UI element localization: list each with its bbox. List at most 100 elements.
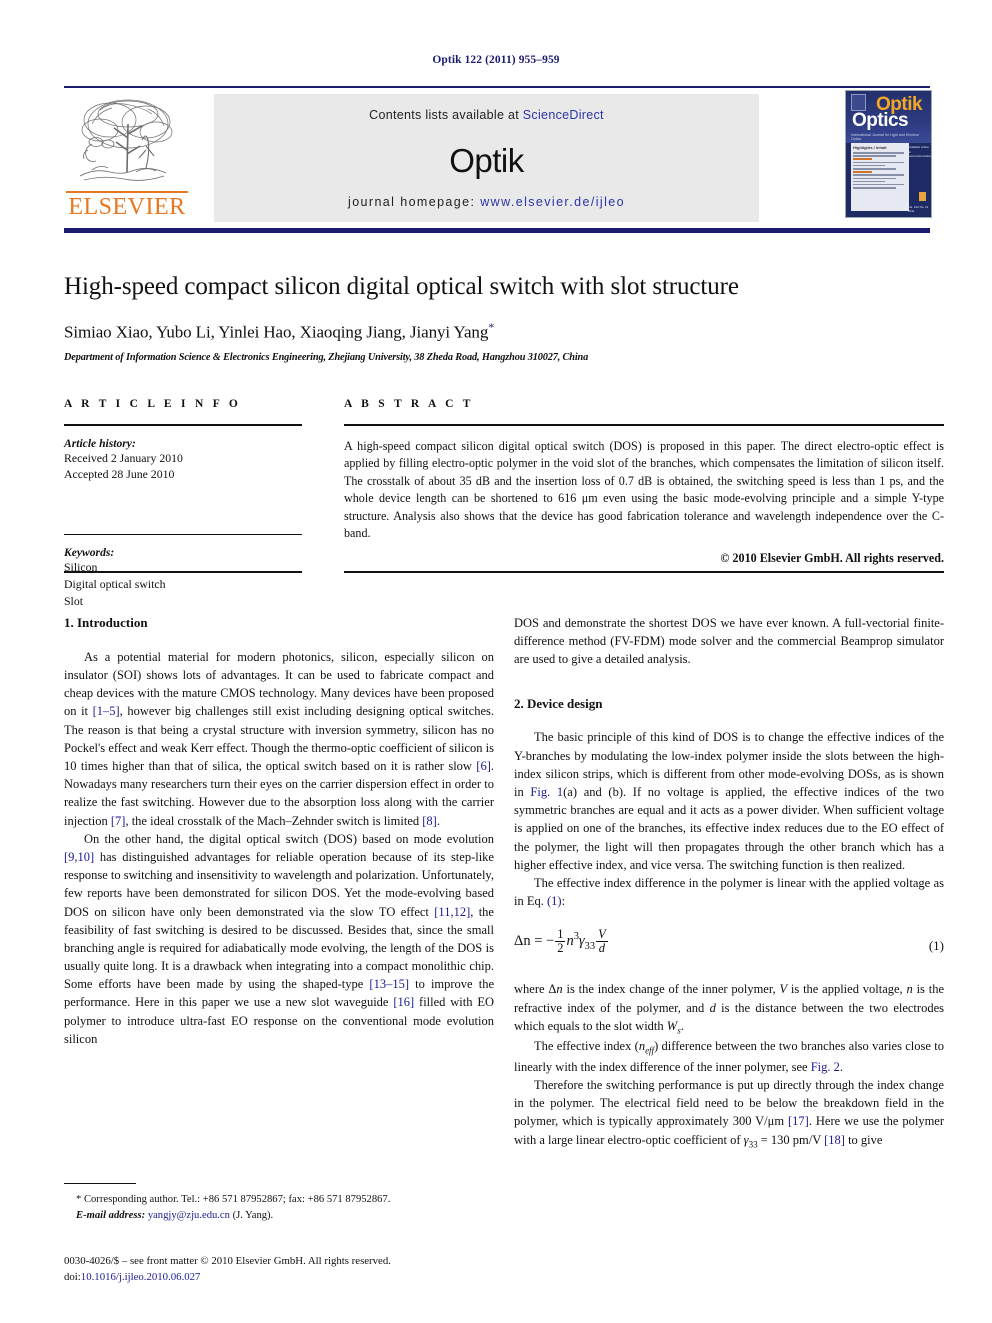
citation-ref[interactable]: [9,10] bbox=[64, 850, 94, 864]
figure-ref[interactable]: Fig. 2 bbox=[811, 1060, 840, 1074]
contents-available-line: Contents lists available at ScienceDirec… bbox=[214, 108, 759, 122]
title-block: High-speed compact silicon digital optic… bbox=[64, 272, 944, 363]
citation-ref[interactable]: [16] bbox=[393, 995, 414, 1009]
equation-lhs: Δn bbox=[514, 933, 531, 950]
cover-line bbox=[853, 158, 872, 160]
section-heading-introduction: 1. Introduction bbox=[64, 615, 148, 630]
email-line: E-mail address: yangjy@zju.edu.cn (J. Ya… bbox=[64, 1208, 494, 1224]
equation-ref[interactable]: (1) bbox=[547, 894, 562, 908]
elsevier-logo: ELSEVIER bbox=[64, 94, 190, 222]
cover-subtitle: International Journal for Light and Elec… bbox=[851, 133, 920, 141]
cover-line bbox=[853, 177, 897, 180]
abstract-bottom-rule bbox=[344, 571, 944, 573]
cover-line bbox=[853, 174, 905, 176]
abstract-copyright: © 2010 Elsevier GmbH. All rights reserve… bbox=[720, 550, 944, 565]
abstract-heading: A B S T R A C T bbox=[344, 398, 474, 410]
elsevier-wordmark: ELSEVIER bbox=[68, 194, 186, 220]
cover-marker-icon bbox=[919, 192, 926, 201]
equation-expression: Δn = −1 2 n3γ33 Vd bbox=[514, 928, 609, 955]
homepage-url-link[interactable]: www.elsevier.de/ijleo bbox=[480, 195, 625, 209]
doi-label: doi: bbox=[64, 1271, 81, 1284]
body-column-right: DOS and demonstrate the shortest DOS we … bbox=[514, 614, 944, 1151]
paragraph: DOS and demonstrate the shortest DOS we … bbox=[514, 614, 944, 669]
citation-ref[interactable]: [11,12] bbox=[434, 905, 470, 919]
citation-ref[interactable]: [6] bbox=[476, 759, 491, 773]
cover-line bbox=[853, 183, 905, 186]
author-names: Simiao Xiao, Yubo Li, Yinlei Hao, Xiaoqi… bbox=[64, 322, 489, 342]
equation-sign: − bbox=[546, 933, 555, 950]
keyword-item: Digital optical switch bbox=[64, 577, 166, 592]
footnote-block: * Corresponding author. Tel.: +86 571 87… bbox=[64, 1192, 494, 1224]
citation-ref[interactable]: [18] bbox=[824, 1133, 845, 1147]
paragraph: where Δn is the index change of the inne… bbox=[514, 980, 944, 1037]
journal-cover-thumbnail: Optik Optics International Journal for L… bbox=[845, 90, 932, 218]
figure-ref[interactable]: Fig. 1 bbox=[530, 785, 563, 799]
body-column-left: 1. Introduction As a potential material … bbox=[64, 614, 494, 1048]
corresponding-author-line: * Corresponding author. Tel.: +86 571 87… bbox=[76, 1194, 391, 1205]
abstract-text: A high-speed compact silicon digital opt… bbox=[344, 438, 944, 541]
section-heading-device-design: 2. Device design bbox=[514, 695, 603, 711]
footnote-rule bbox=[64, 1183, 136, 1185]
journal-masthead: ELSEVIER Contents lists available at Sci… bbox=[64, 86, 932, 233]
fraction-numerator: V bbox=[596, 927, 608, 943]
equation-n: n bbox=[566, 933, 574, 950]
corresponding-author-marker: * bbox=[488, 320, 495, 334]
issn-copyright-line: 0030-4026/$ – see front matter © 2010 El… bbox=[64, 1255, 391, 1267]
cover-line bbox=[853, 167, 897, 170]
cover-badge-icon bbox=[851, 94, 866, 111]
homepage-label: journal homepage: bbox=[348, 195, 481, 209]
citation-ref[interactable]: [8] bbox=[422, 814, 437, 828]
cover-panel-heading: Highlights / Inhalt bbox=[853, 145, 887, 150]
fraction-denominator: 2 bbox=[557, 941, 564, 956]
article-history-label: Article history: bbox=[64, 436, 136, 450]
affiliation: Department of Information Science & Elec… bbox=[64, 351, 589, 363]
journal-homepage-line: journal homepage: www.elsevier.de/ijleo bbox=[214, 195, 759, 209]
equation-1: Δn = −1 2 n3γ33 Vd (1) bbox=[514, 928, 944, 964]
keywords-rule bbox=[64, 534, 302, 536]
author-list: Simiao Xiao, Yubo Li, Yinlei Hao, Xiaoqi… bbox=[64, 320, 944, 343]
citation-ref[interactable]: [17] bbox=[788, 1114, 809, 1128]
elsevier-tree-icon bbox=[70, 94, 182, 190]
paragraph-text: . bbox=[839, 1059, 844, 1074]
abstract-rule bbox=[344, 424, 944, 426]
masthead-bottom-rule bbox=[64, 228, 930, 233]
equation-fraction-v-d: Vd bbox=[596, 928, 608, 955]
keyword-item: Silicon bbox=[64, 560, 98, 575]
contents-prefix: Contents lists available at bbox=[369, 108, 523, 122]
journal-title: Optik bbox=[449, 142, 524, 179]
paragraph-text: where Δn is the index change of the inne… bbox=[514, 982, 945, 1036]
article-history-received: Received 2 January 2010 bbox=[64, 450, 183, 465]
equation-gamma-subscript: 33 bbox=[584, 941, 596, 953]
page-title: High-speed compact silicon digital optic… bbox=[64, 273, 739, 300]
article-info-heading: A R T I C L E I N F O bbox=[64, 398, 242, 410]
paragraph-text: has distinguished advantages for reliabl… bbox=[64, 849, 494, 919]
email-link[interactable]: yangjy@zju.edu.cn bbox=[148, 1210, 230, 1221]
paragraph-text: : bbox=[561, 894, 566, 909]
paper-page: Optik 122 (2011) 955–959 ELSEVIER Conten… bbox=[0, 0, 992, 1323]
cover-volume-text: Vol. 122 No. 11 2011 bbox=[908, 205, 929, 213]
citation-ref[interactable]: [7] bbox=[111, 814, 126, 828]
sciencedirect-link[interactable]: ScienceDirect bbox=[523, 108, 604, 122]
elsevier-logo-rule bbox=[66, 191, 188, 193]
keywords-label: Keywords: bbox=[64, 546, 115, 560]
article-info-column: A R T I C L E I N F O Article history: R… bbox=[64, 398, 302, 610]
paragraph-text: , however big challenges still exist inc… bbox=[64, 704, 494, 774]
citation-ref[interactable]: [1–5] bbox=[93, 704, 120, 718]
paragraph-text: to give bbox=[844, 1132, 883, 1147]
paragraph: As a potential material for modern photo… bbox=[64, 648, 494, 830]
equation-fraction-half: 12 bbox=[555, 927, 566, 956]
cover-line bbox=[853, 180, 886, 183]
doi-link[interactable]: 10.1016/j.ijleo.2010.06.027 bbox=[81, 1271, 201, 1283]
article-history-accepted: Accepted 28 June 2010 bbox=[64, 467, 175, 482]
paragraph-text: The effective index (neff) difference be… bbox=[514, 1039, 944, 1074]
fraction-numerator: 1 bbox=[555, 927, 566, 943]
cover-contents-panel: Highlights / Inhalt bbox=[851, 143, 909, 211]
email-owner: (J. Yang). bbox=[232, 1209, 274, 1221]
cover-side-text: Available online at www.sciencedirect.co… bbox=[908, 145, 931, 158]
paragraph-text: The effective index difference in the po… bbox=[514, 875, 944, 909]
article-info-bottom-rule bbox=[64, 571, 302, 573]
paragraph: On the other hand, the digital optical s… bbox=[64, 830, 494, 1048]
cover-line bbox=[853, 152, 905, 154]
citation-ref[interactable]: [13–15] bbox=[369, 977, 409, 991]
